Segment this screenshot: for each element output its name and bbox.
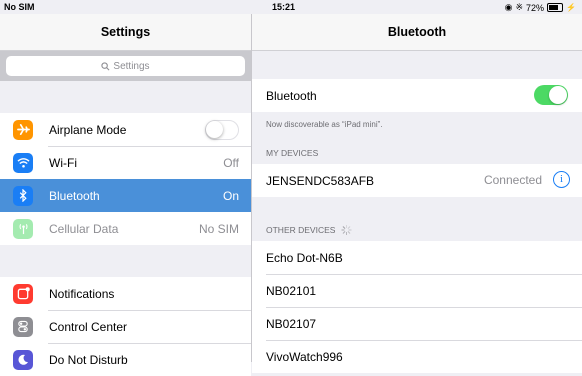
spinner-tick	[342, 231, 346, 234]
my-device-row[interactable]: JENSENDC583AFB Connected i	[252, 164, 582, 197]
bluetooth-toggle[interactable]	[534, 85, 568, 105]
sidebar-item-control-center[interactable]: Control Center	[0, 310, 251, 343]
other-devices-header-label: OTHER DEVICES	[266, 225, 336, 235]
moon-icon	[13, 349, 33, 370]
rotation-lock-icon: ◉	[504, 2, 513, 12]
status-icons: ◉ ※ 72% ⚡	[505, 2, 576, 13]
carrier-label: No SIM	[4, 2, 35, 12]
other-device-row[interactable]: NB02101	[252, 274, 582, 307]
spinner-tick	[347, 226, 351, 229]
control-center-icon	[13, 316, 33, 337]
info-icon[interactable]: i	[553, 171, 570, 188]
sidebar-item-cellular-data[interactable]: Cellular Data No SIM	[0, 212, 251, 245]
sidebar-item-do-not-disturb[interactable]: Do Not Disturb	[0, 343, 251, 376]
notifications-icon	[13, 283, 33, 304]
other-device-row[interactable]: Echo Dot-N6B	[252, 241, 582, 274]
device-name: Echo Dot-N6B	[266, 250, 343, 265]
sidebar-item-value: Off	[223, 155, 239, 170]
my-devices-header: MY DEVICES	[252, 142, 582, 164]
sidebar-item-label: Control Center	[49, 319, 128, 334]
other-device-row[interactable]: VivoWatch996	[252, 340, 582, 373]
bluetooth-pane: Bluetooth Bluetooth Now discoverable as …	[252, 14, 582, 373]
antenna-icon	[13, 218, 33, 239]
device-name: JENSENDC583AFB	[266, 173, 375, 188]
sidebar-item-wi-fi[interactable]: Wi-Fi Off	[0, 146, 251, 179]
toggle-knob	[549, 86, 567, 104]
sidebar-item-airplane-mode[interactable]: Airplane Mode	[0, 113, 251, 146]
battery-icon	[547, 3, 564, 12]
sidebar-item-label: Wi-Fi	[49, 155, 77, 170]
device-name: VivoWatch996	[266, 349, 343, 364]
charging-icon: ⚡	[566, 3, 576, 12]
sidebar-item-value: On	[222, 188, 239, 203]
sidebar-item-label: Bluetooth	[49, 188, 100, 203]
sidebar-item-value: No SIM	[198, 221, 239, 236]
settings-title: Settings	[0, 14, 251, 51]
sidebar-item-label: Notifications	[49, 286, 115, 301]
discoverable-note: Now discoverable as “iPad mini”.	[266, 120, 383, 129]
settings-sidebar: Settings Settings Airplane Mode Wi-Fi Off B…	[0, 14, 252, 376]
my-devices-header-label: MY DEVICES	[266, 148, 319, 158]
searching-spinner-icon	[341, 225, 352, 235]
spinner-tick	[342, 226, 346, 229]
other-device-row[interactable]: NB02107	[252, 307, 582, 340]
sidebar-item-bluetooth[interactable]: Bluetooth On	[0, 179, 251, 212]
sidebar-item-notifications[interactable]: Notifications	[0, 277, 251, 310]
search-input[interactable]: Settings	[6, 56, 245, 76]
spinner-tick	[345, 232, 347, 235]
spinner-tick	[341, 229, 345, 231]
spinner-tick	[348, 229, 352, 231]
sidebar-item-label: Airplane Mode	[49, 122, 127, 137]
toggle-knob	[206, 120, 223, 138]
sidebar-item-label: Do Not Disturb	[49, 352, 128, 367]
bluetooth-title: Bluetooth	[252, 14, 582, 51]
search-icon	[101, 61, 110, 70]
other-devices-header: OTHER DEVICES	[252, 219, 582, 241]
bluetooth-toggle-row: Bluetooth	[252, 79, 582, 112]
wifi-icon	[13, 152, 33, 173]
sidebar-item-label: Cellular Data	[49, 221, 119, 236]
battery-percent: 72%	[526, 2, 545, 13]
spinner-tick	[347, 231, 351, 234]
device-name: NB02101	[266, 283, 317, 298]
device-name: NB02107	[266, 316, 317, 331]
bluetooth-status-icon: ※	[515, 2, 524, 12]
search-placeholder: Settings	[113, 60, 150, 72]
bluetooth-toggle-label: Bluetooth	[266, 88, 317, 103]
bluetooth-icon	[13, 185, 33, 206]
status-bar: No SIM 15:21 ◉ ※ 72% ⚡	[0, 0, 582, 14]
device-status: Connected	[483, 173, 542, 187]
airplane-icon	[13, 119, 33, 140]
airplane-mode-toggle[interactable]	[205, 119, 239, 140]
clock: 15:21	[272, 2, 296, 12]
search-bar: Settings	[0, 51, 251, 81]
